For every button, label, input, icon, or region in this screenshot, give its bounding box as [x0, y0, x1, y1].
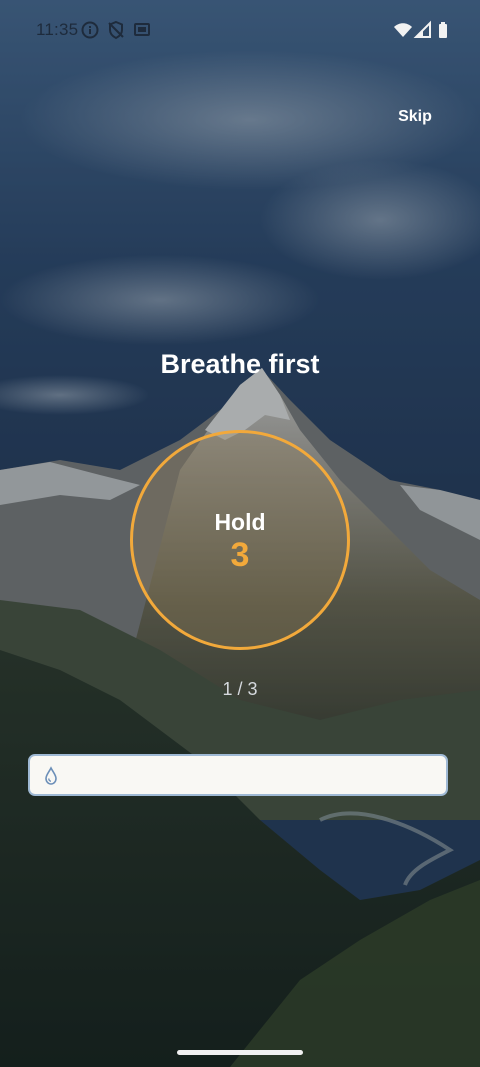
signal-icon: [413, 20, 431, 38]
cycle-progress: 1 / 3: [222, 679, 258, 699]
status-bar: 11:35: [0, 0, 480, 60]
breathing-screen: 11:35 Skip Breathe first Hold 3 1 / 3: [0, 0, 480, 1067]
skip-button[interactable]: Skip: [385, 104, 445, 130]
page-title: Breathe first: [160, 349, 320, 379]
status-time: 11:35: [36, 20, 79, 39]
intention-input[interactable]: [72, 760, 446, 792]
info-icon: [81, 21, 99, 39]
shield-off-icon: [108, 20, 124, 40]
breath-countdown: 3: [230, 536, 250, 574]
battery-icon: [439, 22, 447, 38]
breath-phase-label: Hold: [214, 509, 266, 535]
wifi-icon: [394, 23, 412, 37]
intention-input-container[interactable]: [28, 754, 448, 796]
water-drop-icon: [45, 766, 57, 785]
cast-icon: [134, 23, 150, 36]
home-indicator[interactable]: [177, 1050, 303, 1055]
breathing-circle: Hold 3: [130, 430, 350, 650]
